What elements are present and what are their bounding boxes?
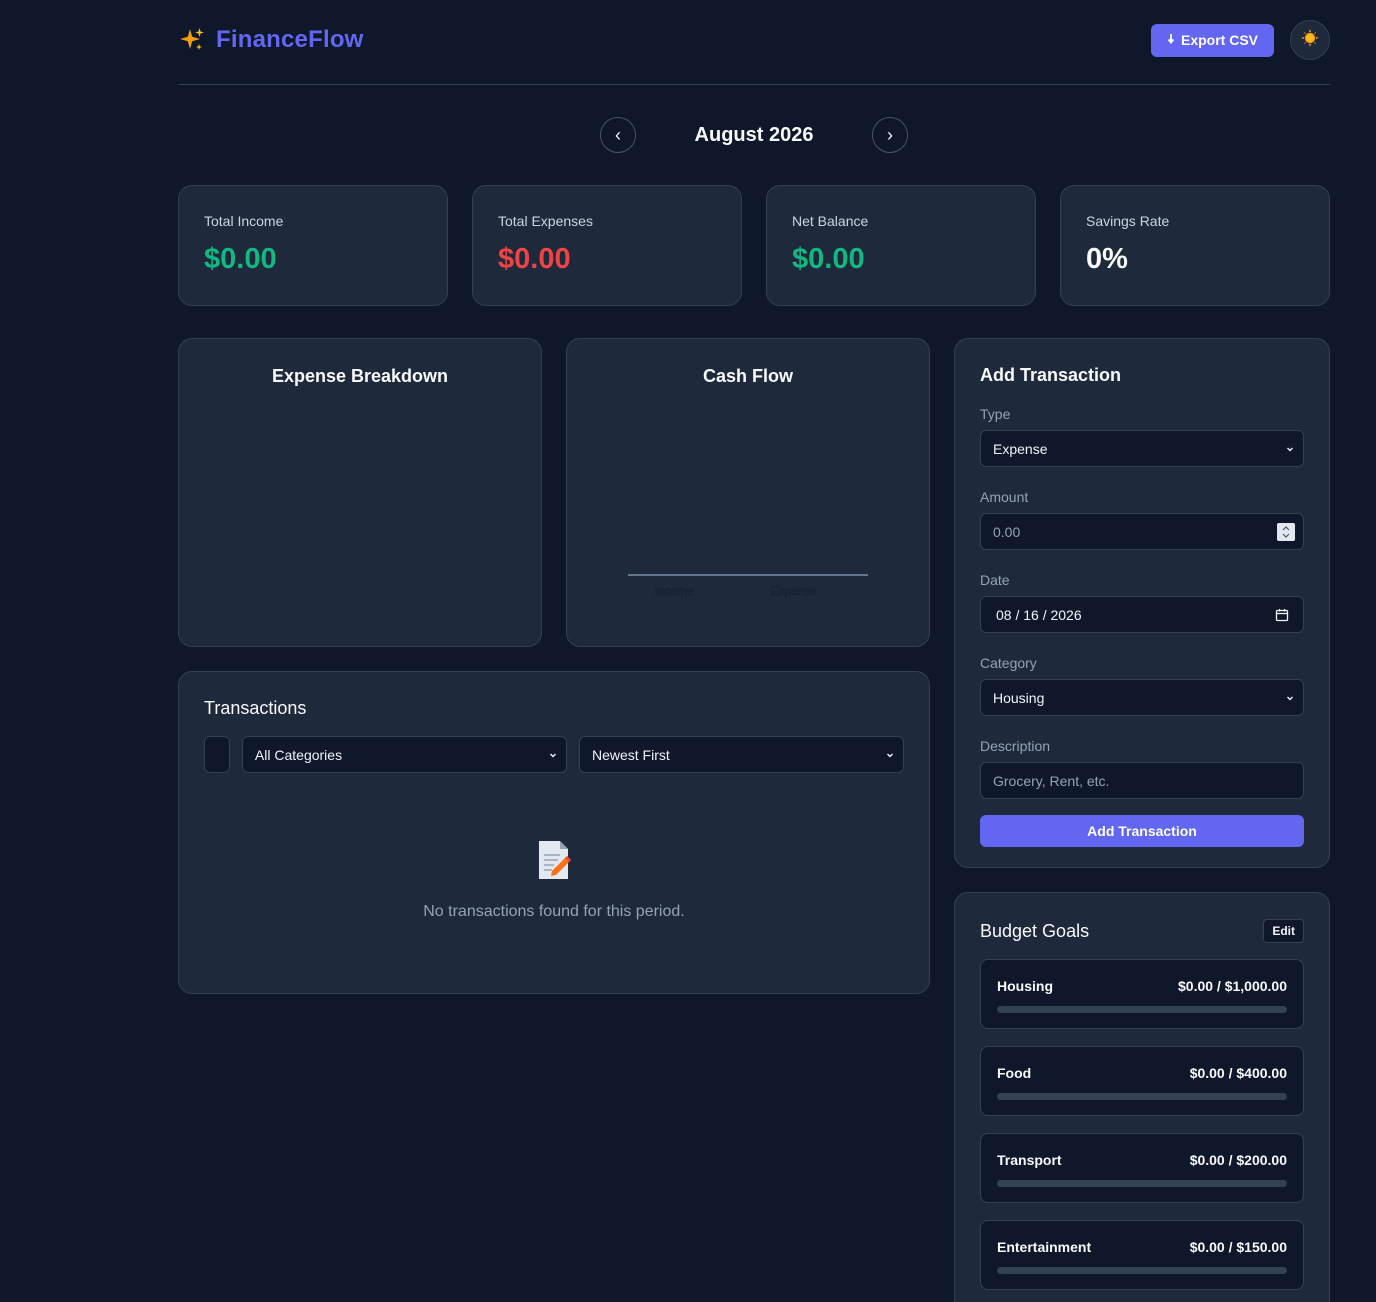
add-transaction-card: Add Transaction Type Expense Amount 0.00… bbox=[954, 338, 1330, 868]
category-value: Housing bbox=[993, 689, 1045, 706]
budget-amount: $0.00 / $200.00 bbox=[1189, 1152, 1287, 1168]
description-label: Description bbox=[980, 738, 1051, 754]
budget-category: Entertainment bbox=[997, 1239, 1092, 1255]
transactions-card: Transactions All Categories Newest First bbox=[178, 671, 930, 994]
category-label: Category bbox=[980, 655, 1037, 671]
chevron-down-icon bbox=[1285, 693, 1295, 703]
header-actions: Export CSV bbox=[1150, 20, 1330, 60]
stat-card-total-expenses: Total Expenses $0.00 bbox=[472, 185, 742, 306]
category-filter-select[interactable]: All Categories bbox=[241, 736, 567, 773]
date-value: 08 / 16 / 2026 bbox=[996, 606, 1082, 623]
stat-label: Net Balance bbox=[792, 213, 869, 229]
chevron-down-icon bbox=[1285, 444, 1295, 454]
date-label: Date bbox=[980, 572, 1010, 588]
stat-value: $0.00 bbox=[498, 243, 571, 275]
transactions-title: Transactions bbox=[204, 698, 307, 718]
brand: FinanceFlow bbox=[178, 26, 364, 54]
stat-card-savings-rate: Savings Rate 0% bbox=[1060, 185, 1330, 306]
expense-breakdown-card: Expense Breakdown bbox=[178, 338, 542, 647]
date-input[interactable]: 08 / 16 / 2026 bbox=[980, 596, 1304, 633]
chevron-down-icon bbox=[548, 750, 558, 760]
stat-label: Savings Rate bbox=[1086, 213, 1170, 229]
main-content: Expense Breakdown Cash Flow Income Expens… bbox=[178, 338, 1330, 1302]
budget-category: Transport bbox=[997, 1152, 1062, 1168]
next-month-button[interactable]: › bbox=[872, 117, 908, 153]
amount-placeholder: 0.00 bbox=[993, 523, 1021, 540]
search-input[interactable] bbox=[204, 736, 230, 773]
prev-month-button[interactable]: ‹ bbox=[600, 117, 636, 153]
budget-progress-bar bbox=[997, 1006, 1287, 1013]
summary-stats: Total Income $0.00 Total Expenses $0.00 … bbox=[178, 185, 1330, 306]
stat-value: $0.00 bbox=[204, 243, 277, 275]
budget-amount: $0.00 / $400.00 bbox=[1189, 1065, 1287, 1081]
transaction-filters: All Categories Newest First bbox=[204, 736, 904, 773]
description-placeholder: Grocery, Rent, etc. bbox=[993, 772, 1110, 789]
edit-budget-button[interactable]: Edit bbox=[1263, 919, 1304, 943]
budget-amount: $0.00 / $150.00 bbox=[1189, 1239, 1287, 1255]
type-select[interactable]: Expense bbox=[980, 430, 1304, 467]
export-csv-button[interactable]: Export CSV bbox=[1150, 23, 1274, 57]
description-input[interactable]: Grocery, Rent, etc. bbox=[980, 762, 1304, 799]
stat-card-net-balance: Net Balance $0.00 bbox=[766, 185, 1036, 306]
type-value: Expense bbox=[993, 440, 1048, 457]
app-header: FinanceFlow Export CSV bbox=[178, 0, 1330, 85]
calendar-icon[interactable] bbox=[1275, 608, 1289, 622]
budget-item-transport: Transport $0.00 / $200.00 bbox=[980, 1133, 1304, 1203]
theme-toggle-button[interactable] bbox=[1290, 20, 1330, 60]
budget-goals-title: Budget Goals bbox=[980, 920, 1090, 941]
brand-name: FinanceFlow bbox=[216, 26, 364, 53]
budget-item-food: Food $0.00 / $400.00 bbox=[980, 1046, 1304, 1116]
budget-item-housing: Housing $0.00 / $1,000.00 bbox=[980, 959, 1304, 1029]
cash-flow-chart: Income Expense bbox=[628, 574, 868, 598]
budget-category: Housing bbox=[997, 978, 1053, 994]
empty-state-text: No transactions found for this period. bbox=[423, 903, 685, 920]
budget-amount: $0.00 / $1,000.00 bbox=[1178, 978, 1287, 994]
memo-icon bbox=[536, 839, 572, 881]
sort-value: Newest First bbox=[591, 746, 670, 763]
stat-value: $0.00 bbox=[792, 243, 865, 275]
amount-input[interactable]: 0.00 bbox=[980, 513, 1304, 550]
cash-flow-tick-label: Expense bbox=[771, 584, 818, 598]
cash-flow-tick-label: Income bbox=[654, 584, 694, 598]
amount-label: Amount bbox=[980, 489, 1029, 505]
stat-card-total-income: Total Income $0.00 bbox=[178, 185, 448, 306]
sparkles-icon bbox=[178, 26, 206, 54]
sun-icon bbox=[1300, 28, 1320, 53]
budget-item-entertainment: Entertainment $0.00 / $150.00 bbox=[980, 1220, 1304, 1290]
cash-flow-title: Cash Flow bbox=[702, 366, 793, 386]
empty-state: No transactions found for this period. bbox=[204, 839, 904, 921]
budget-category: Food bbox=[997, 1065, 1032, 1081]
budget-list: Housing $0.00 / $1,000.00 Food $0.00 / $… bbox=[980, 959, 1304, 1290]
download-icon bbox=[1167, 32, 1175, 48]
budget-progress-bar bbox=[997, 1267, 1287, 1274]
export-csv-label: Export CSV bbox=[1180, 32, 1258, 48]
budget-progress-bar bbox=[997, 1093, 1287, 1100]
budget-progress-bar bbox=[997, 1180, 1287, 1187]
category-select[interactable]: Housing bbox=[980, 679, 1304, 716]
chevron-down-icon bbox=[885, 750, 895, 760]
add-transaction-button[interactable]: Add Transaction bbox=[980, 815, 1304, 847]
stat-label: Total Income bbox=[204, 213, 284, 229]
month-navigation: ‹ August 2026 › bbox=[178, 117, 1330, 153]
stepper-icon[interactable] bbox=[1277, 522, 1295, 541]
stat-value: 0% bbox=[1086, 243, 1128, 275]
cash-flow-card: Cash Flow Income Expense bbox=[566, 338, 930, 647]
budget-goals-card: Budget Goals Edit Housing $0.00 / $1,000… bbox=[954, 892, 1330, 1302]
add-transaction-title: Add Transaction bbox=[980, 365, 1122, 385]
category-filter-value: All Categories bbox=[254, 746, 343, 763]
expense-breakdown-title: Expense Breakdown bbox=[271, 366, 449, 386]
budget-goals-header: Budget Goals Edit bbox=[980, 919, 1304, 943]
stat-label: Total Expenses bbox=[498, 213, 593, 229]
type-label: Type bbox=[980, 406, 1011, 422]
sort-select[interactable]: Newest First bbox=[578, 736, 904, 773]
current-month: August 2026 bbox=[694, 123, 814, 146]
app-container: FinanceFlow Export CSV ‹ August 2026 › T… bbox=[178, 0, 1330, 1302]
